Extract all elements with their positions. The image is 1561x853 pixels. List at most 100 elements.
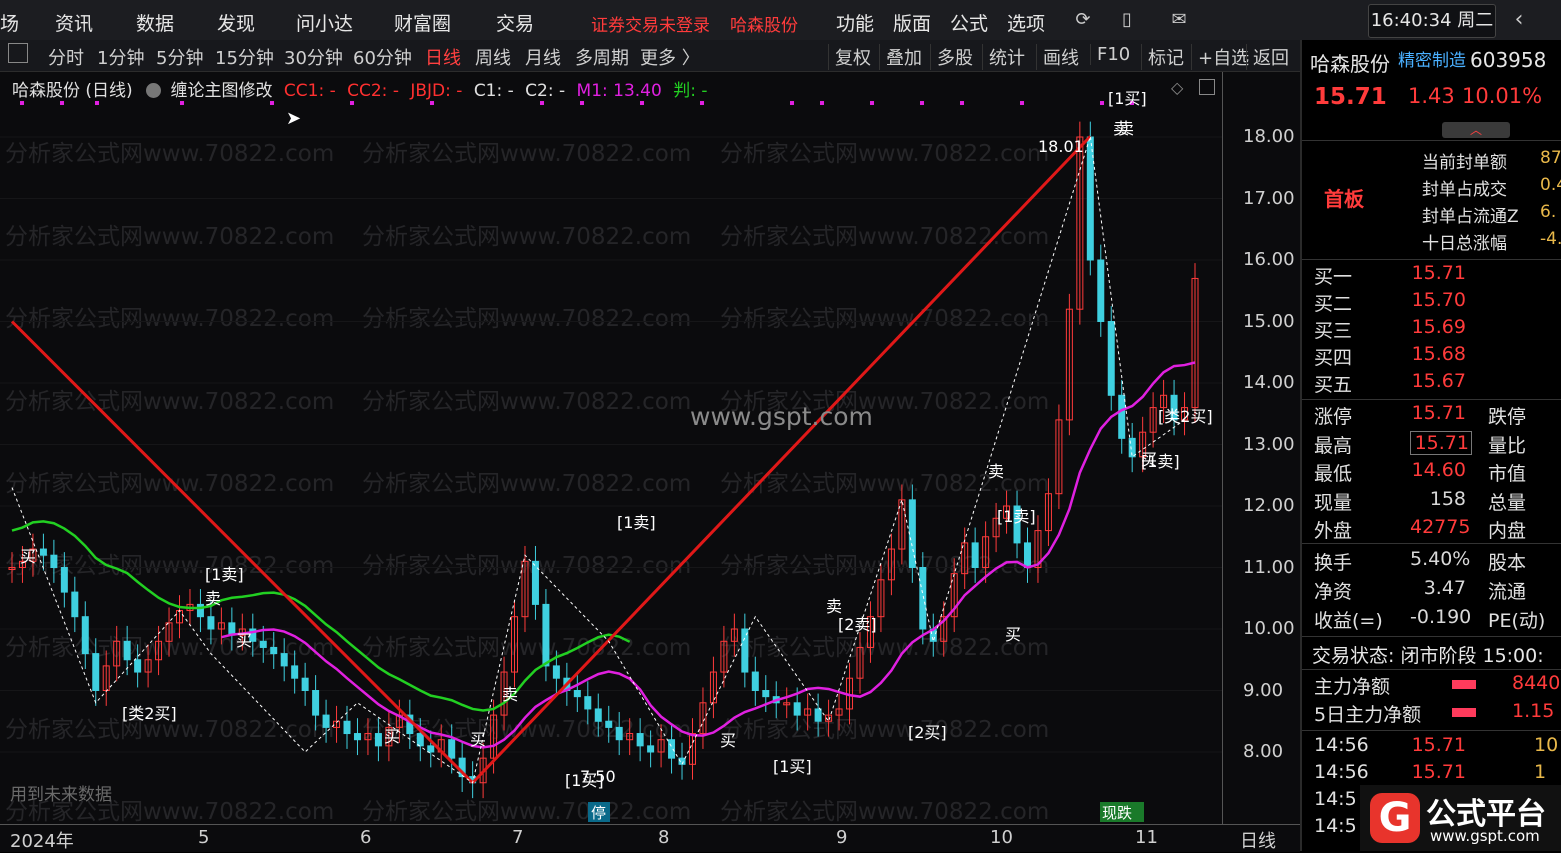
stat-value: 3.47 [1423, 577, 1466, 599]
candle-body [50, 554, 58, 569]
price-tick-label: 12.00 [1243, 495, 1295, 516]
menu-item-function[interactable]: 功能 [836, 9, 874, 36]
button-restore-rights[interactable]: 复权 [828, 44, 871, 70]
menu-item-news[interactable]: 资讯 [55, 9, 93, 36]
back-arrow-icon[interactable]: ‹ [1506, 7, 1532, 33]
price-tick-label: 15.00 [1243, 310, 1295, 332]
chart-canvas: 买[类2买][1卖]卖买买 买卖[1卖][1买]买[1买]卖[2卖][2买]卖[1… [0, 89, 1222, 822]
menu-item-options[interactable]: 选项 [1007, 9, 1045, 36]
date-tick-label: 10 [990, 827, 1013, 848]
candle-body [123, 640, 131, 661]
period-monthly[interactable]: 月线 [525, 44, 561, 70]
period-5min[interactable]: 5分钟 [156, 44, 203, 70]
period-multi[interactable]: 多周期 [575, 44, 629, 70]
tick-qty: 10 [1534, 734, 1559, 756]
button-return[interactable]: 返回 [1246, 44, 1289, 70]
button-multi-stock[interactable]: 多股 [930, 44, 973, 70]
date-tick-label: 9 [836, 827, 848, 848]
signal-dot [430, 101, 434, 105]
date-tick-label: 8 [658, 827, 670, 848]
menu-item-discover[interactable]: 发现 [217, 9, 255, 36]
menu-item-formula[interactable]: 公式 [950, 9, 988, 36]
menu-item-layout[interactable]: 版面 [893, 9, 931, 36]
candle-body [542, 603, 550, 667]
signal-label: [1卖] [205, 565, 244, 584]
period-more[interactable]: 更多 〉 [640, 44, 700, 70]
candle-body [81, 616, 89, 655]
signal-label: [2买] [908, 723, 947, 742]
stat-value: -0.190 [1410, 606, 1472, 628]
candle-body [343, 720, 351, 735]
button-f10[interactable]: F10 [1090, 44, 1130, 65]
tick-time: 14:56 [1314, 734, 1369, 756]
period-daily[interactable]: 日线 [425, 44, 461, 70]
tick-time: 14:5 [1314, 788, 1357, 810]
period-toolbar: 分时 1分钟 5分钟 15分钟 30分钟 60分钟 日线 周线 月线 多周期 更… [0, 40, 1300, 72]
candle-body [573, 690, 581, 698]
ma-green-line [11, 520, 631, 712]
candle-body [196, 603, 204, 618]
candle-body [353, 733, 361, 741]
candle-body [919, 567, 927, 630]
button-add-watchlist[interactable]: +自选 [1191, 44, 1249, 70]
stat-label-right: 总量 [1488, 491, 1527, 514]
period-60min[interactable]: 60分钟 [353, 44, 412, 70]
stat-label-right: PE(动) [1488, 610, 1546, 632]
signal-label: 买 [20, 547, 36, 566]
menu-item-trade[interactable]: 交易 [496, 9, 534, 36]
layout-toggle-icon[interactable] [8, 43, 28, 63]
candle-body [1097, 259, 1105, 322]
price-tick-label: 9.00 [1243, 679, 1284, 701]
period-30min[interactable]: 30分钟 [284, 44, 343, 70]
bid-row: 买二 15.70 [1302, 289, 1561, 316]
signal-label: [2卖] [838, 615, 877, 634]
button-overlay[interactable]: 叠加 [879, 44, 922, 70]
period-weekly[interactable]: 周线 [475, 44, 511, 70]
button-mark[interactable]: 标记 [1141, 44, 1184, 70]
button-statistics[interactable]: 统计 [982, 44, 1025, 70]
menu-item-market[interactable]: 场 [0, 9, 19, 36]
bid-row: 买三 15.69 [1302, 316, 1561, 343]
period-15min[interactable]: 15分钟 [215, 44, 274, 70]
menu-item-wealth[interactable]: 财富圈 [394, 9, 451, 36]
candle-body [291, 665, 299, 679]
collapse-icon[interactable]: ︿ [1442, 122, 1510, 138]
candle-body [1118, 394, 1126, 439]
stock-name-tab[interactable]: 哈森股份 [730, 11, 798, 36]
signal-label: 买 [236, 631, 252, 650]
button-draw-line[interactable]: 画线 [1036, 44, 1079, 70]
logo-g-icon: G [1370, 793, 1420, 843]
login-notice[interactable]: 证券交易未登录 [591, 11, 710, 36]
candle-body [71, 591, 79, 618]
side-stock-name: 哈森股份 [1310, 52, 1390, 76]
candle-body [793, 702, 801, 716]
bid-label: 买五 [1314, 374, 1353, 396]
signal-dot [20, 101, 24, 105]
stock-code: 603958 [1470, 48, 1547, 72]
stat-label: 收益(=) [1314, 610, 1383, 632]
stat-row: 外盘 42775 内盘 [1302, 516, 1561, 543]
trend-line-up [471, 135, 1092, 784]
candle-body [134, 659, 142, 673]
stat-label: 涨停 [1314, 406, 1353, 428]
sector-tag[interactable]: 精密制造 [1398, 46, 1466, 71]
menu-item-xiaoda[interactable]: 问小达 [296, 9, 353, 36]
candle-body [374, 733, 382, 747]
refresh-icon[interactable]: ⟳ [1070, 7, 1096, 33]
mail-icon[interactable]: ✉ [1166, 7, 1192, 33]
candle-body [259, 640, 267, 648]
menu-item-data[interactable]: 数据 [136, 9, 174, 36]
center-watermark: www.gspt.com [690, 402, 873, 431]
price-tick-label: 13.00 [1243, 433, 1295, 455]
seal-row: 十日总涨幅 -4.0 [1302, 229, 1561, 256]
signal-label: [1卖] [997, 507, 1036, 526]
candle-body [668, 739, 676, 759]
period-intraday[interactable]: 分时 [48, 44, 84, 70]
flow-row: 5日主力净额 1.15 [1302, 700, 1561, 727]
period-1min[interactable]: 1分钟 [97, 44, 144, 70]
phone-icon[interactable]: ▯ [1114, 7, 1140, 33]
signal-dot [350, 101, 354, 105]
bid-label: 买二 [1314, 293, 1353, 315]
signal-dot [700, 101, 704, 105]
kline-chart[interactable]: 分析家公式网www.70822.com 分析家公式网www.70822.com 分析… [0, 72, 1222, 825]
